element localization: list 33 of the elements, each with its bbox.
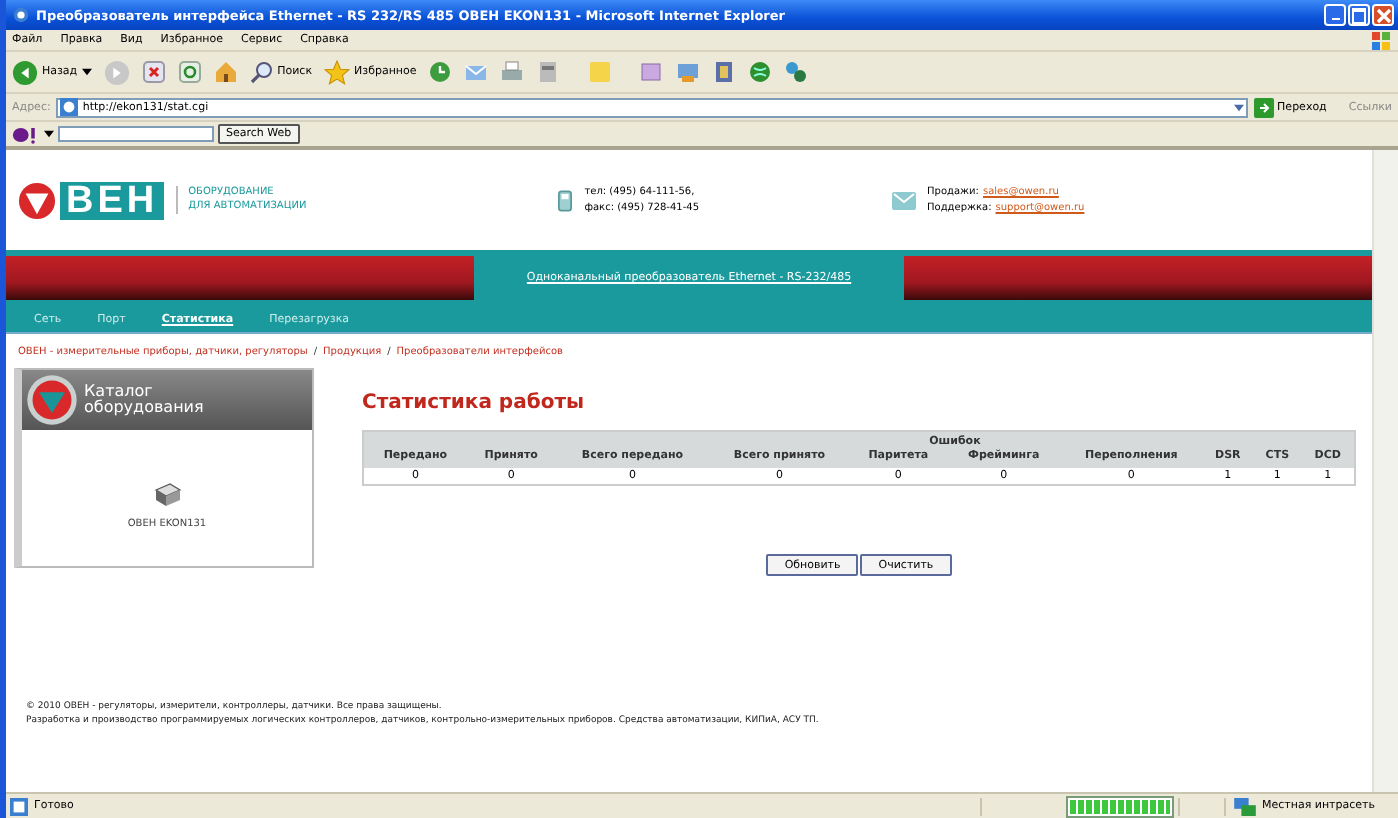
book-icon[interactable]	[712, 60, 737, 84]
edit-icon[interactable]	[536, 60, 561, 84]
refresh-icon[interactable]	[177, 60, 202, 84]
minimize-button[interactable]	[1324, 4, 1346, 26]
envelope-icon	[891, 191, 916, 209]
browser-icon	[12, 6, 30, 24]
intranet-icon	[1234, 797, 1256, 815]
window-icon[interactable]	[676, 60, 701, 84]
close-button[interactable]	[1372, 4, 1394, 26]
dropdown-icon[interactable]	[44, 130, 54, 138]
caret-icon	[81, 68, 92, 76]
search-field[interactable]	[58, 126, 214, 142]
yahoo-logo-icon	[12, 125, 40, 143]
history-icon[interactable]	[428, 60, 453, 84]
page-icon	[10, 797, 28, 815]
maximize-button[interactable]	[1348, 4, 1370, 26]
network-icon[interactable]	[784, 60, 809, 84]
scrollbar[interactable]	[1372, 150, 1398, 792]
star-icon	[324, 59, 351, 85]
page-heading: Статистика работы	[362, 392, 587, 414]
globe-icon[interactable]	[748, 60, 773, 84]
phone-icon	[558, 189, 573, 211]
windows-logo-icon	[1372, 31, 1390, 49]
messenger-icon[interactable]	[640, 60, 665, 84]
mail-icon[interactable]	[464, 60, 489, 84]
home-icon[interactable]	[213, 60, 238, 84]
logo-emblem-icon	[26, 374, 78, 426]
go-arrow-icon	[1253, 97, 1274, 117]
device-icon[interactable]	[151, 478, 183, 510]
page-icon	[60, 98, 79, 116]
stop-icon[interactable]	[141, 60, 166, 84]
search-icon	[249, 60, 274, 84]
print-icon[interactable]	[500, 60, 525, 84]
